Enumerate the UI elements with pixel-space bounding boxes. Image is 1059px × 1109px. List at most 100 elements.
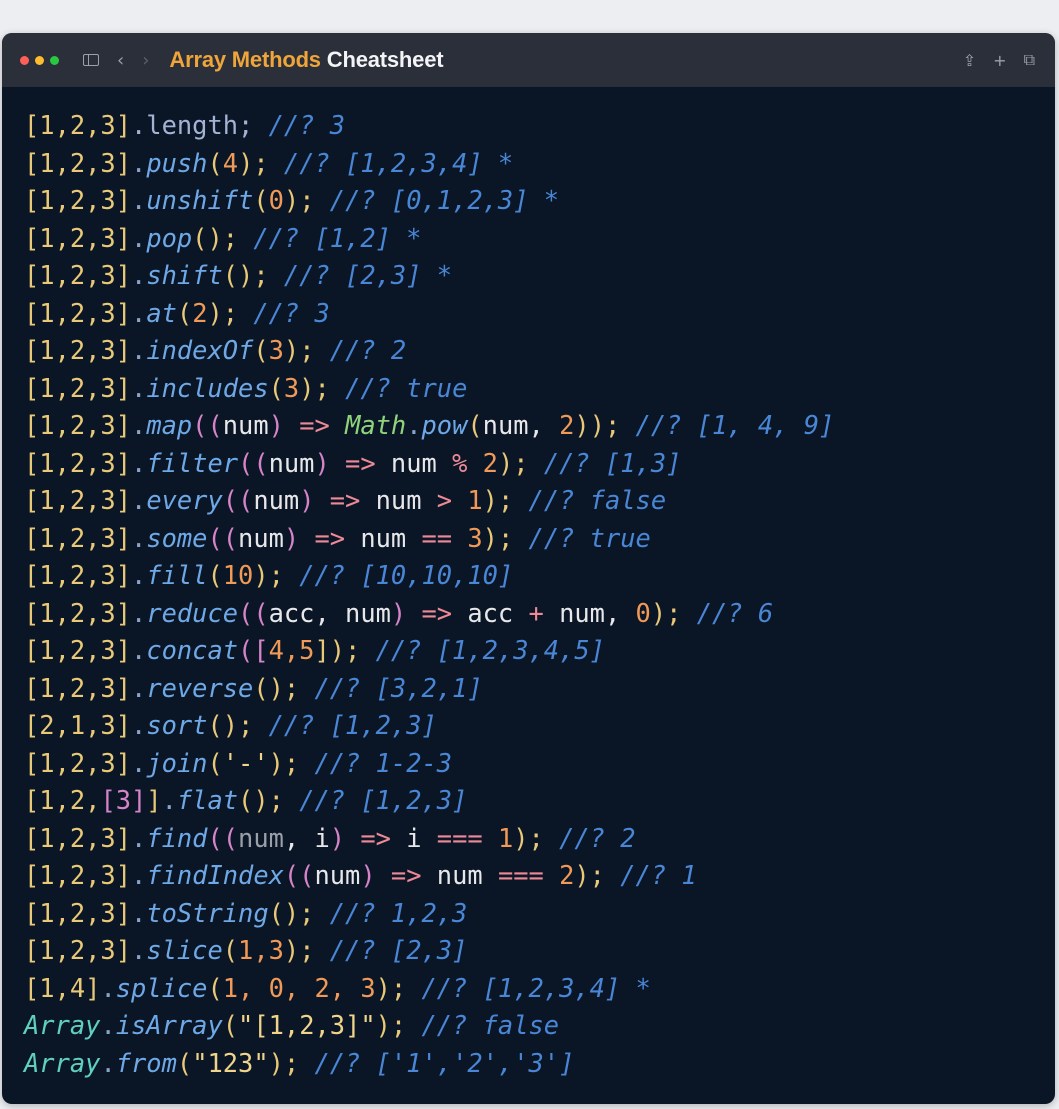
code-token: (); (207, 710, 254, 740)
code-token: from (115, 1047, 177, 1078)
code-token: every (146, 485, 223, 515)
tabs-icon[interactable]: ⧉ (1024, 50, 1035, 70)
code-token: '-' (222, 747, 269, 778)
code-token: . (131, 935, 147, 965)
minimize-window-button[interactable] (35, 55, 44, 65)
code-line: [1,2,3].reverse(); //? [3,2,1] (24, 670, 834, 708)
code-token: concat (146, 635, 239, 665)
sidebar-toggle-icon[interactable] (83, 54, 99, 66)
code-token: ( (176, 1047, 193, 1078)
close-window-button[interactable] (20, 55, 29, 65)
code-token: [1,2,3] (24, 335, 132, 365)
code-comment: //? [10,10,10] (283, 560, 514, 590)
code-token: "[1,2,3]" (238, 1010, 376, 1040)
code-token: .length; (131, 110, 254, 140)
code-token: ) (283, 522, 300, 553)
code-token: join (146, 747, 208, 778)
code-token: . (100, 972, 116, 1003)
plus-icon[interactable]: + (993, 51, 1006, 70)
code-token: 1, 0, 2, 3 (222, 972, 376, 1003)
code-token: 3 (268, 335, 284, 365)
code-token: (); (222, 260, 269, 290)
code-token: [1,2,3] (24, 222, 132, 253)
code-line: [1,2,3].pop(); //? [1,2] * (24, 220, 834, 258)
code-token: ) (268, 410, 284, 440)
code-token: . (131, 410, 147, 440)
code-token: (); (192, 222, 239, 253)
code-token: . (131, 297, 147, 328)
code-token: 0 (635, 597, 651, 628)
code-token: ); (283, 185, 315, 215)
code-token: acc, num (268, 597, 391, 628)
code-token: ); (283, 335, 315, 365)
code-line: [1,2,3].includes(3); //? true (24, 370, 834, 408)
zoom-window-button[interactable] (50, 55, 59, 65)
code-token: slice (146, 935, 223, 965)
code-token: ( (222, 1010, 239, 1040)
code-token: shift (146, 260, 223, 290)
code-line: [1,2,3].slice(1,3); //? [2,3] (24, 932, 834, 970)
back-icon[interactable]: ‹ (117, 50, 124, 71)
code-token: ); (375, 1010, 407, 1040)
code-token: ( (207, 972, 223, 1003)
share-icon[interactable]: ⇪ (963, 51, 976, 70)
code-token: (); (268, 897, 315, 928)
code-token: [1,2,3] (24, 372, 132, 403)
code-token: . (131, 897, 147, 928)
code-line: Array.isArray("[1,2,3]"); //? false (24, 1007, 834, 1045)
code-token: . (131, 710, 147, 740)
code-token: . (131, 335, 147, 365)
code-token: . (131, 222, 147, 253)
code-comment: //? true (513, 522, 651, 553)
code-token: includes (146, 372, 269, 403)
code-token: [1,2,3] (24, 522, 132, 553)
code-line: [1,2,3].some((num) => num == 3); //? tru… (24, 520, 834, 558)
code-comment: //? true (329, 372, 468, 403)
code-line: [1,2,3].reduce((acc, num) => acc + num, … (24, 595, 834, 633)
code-token: == (421, 522, 468, 553)
code-comment: //? [1,2,3] (253, 710, 437, 740)
code-token: i (406, 822, 437, 853)
code-line: [1,2,3].concat([4,5]); //? [1,2,3,4,5] (24, 632, 834, 670)
code-line: [1,2,3].join('-'); //? 1-2-3 (24, 745, 834, 783)
code-token: num (375, 485, 437, 515)
code-token: push (146, 147, 208, 178)
code-token: pop (146, 222, 193, 253)
code-token: (( (238, 447, 269, 478)
code-token: ); (238, 147, 269, 178)
code-token: [1,2,3] (24, 185, 132, 215)
code-line: [1,2,3].shift(); //? [2,3] * (24, 257, 834, 295)
code-token: . (100, 1047, 116, 1078)
code-token: => (299, 522, 361, 553)
code-token: [1,2,3] (24, 485, 132, 515)
code-token: acc (467, 597, 529, 628)
code-token: 4 (222, 147, 239, 178)
code-token: (); (253, 672, 300, 703)
code-token: => (314, 485, 376, 515)
code-token: ) (360, 860, 376, 890)
code-token: . (131, 560, 147, 590)
code-token: Math (345, 410, 407, 440)
code-token: ( (222, 935, 239, 965)
code-token: => (406, 597, 468, 628)
code-line: [1,2,3].at(2); //? 3 (24, 295, 834, 333)
code-token: ) (390, 597, 407, 628)
code-token: === (497, 860, 560, 890)
title-bar: ‹ › Array Methods Cheatsheet ⇪ + ⧉ (2, 33, 1055, 87)
code-line: [1,2,3].length; //? 3 (24, 107, 834, 145)
code-token: , i (283, 822, 330, 853)
code-comment: //? ['1','2','3'] (299, 1047, 575, 1078)
code-token: num (222, 410, 269, 440)
code-token: [2,1,3] (24, 710, 132, 740)
code-token: [1,2,3] (24, 410, 132, 440)
code-token: )); (574, 410, 621, 440)
code-token: Array (24, 1047, 101, 1078)
code-token: . (131, 672, 147, 703)
code-comment: //? [1,2] * (238, 222, 422, 253)
code-token: ); (283, 935, 315, 965)
code-token: 1,3 (238, 935, 284, 965)
code-token: (( (238, 597, 269, 628)
code-line: [1,2,3].find((num, i) => i === 1); //? 2 (24, 820, 834, 858)
forward-icon[interactable]: › (142, 50, 149, 71)
code-token: ( (253, 185, 269, 215)
